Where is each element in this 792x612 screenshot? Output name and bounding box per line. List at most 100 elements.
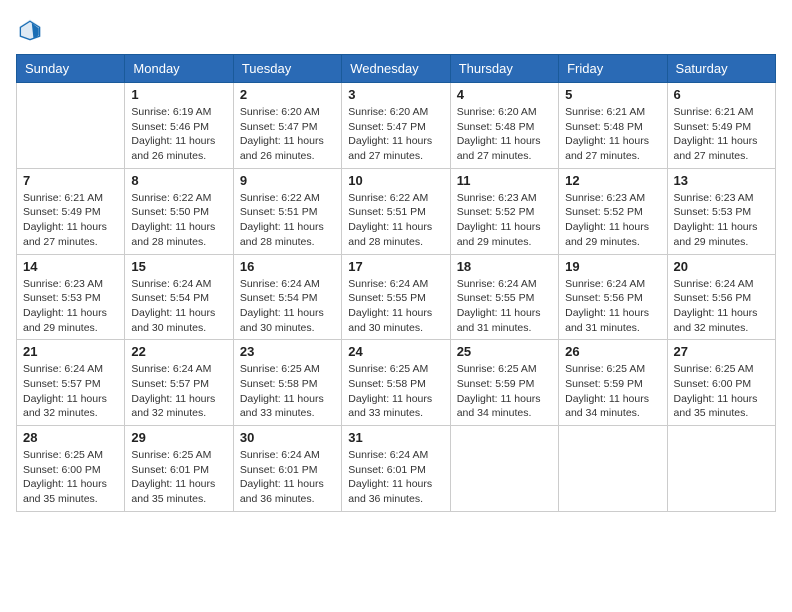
day-number: 21 (23, 344, 118, 359)
day-number: 20 (674, 259, 769, 274)
calendar-cell: 23 Sunrise: 6:25 AM Sunset: 5:58 PM Dayli… (233, 340, 341, 426)
day-info: Sunrise: 6:22 AM Sunset: 5:51 PM Dayligh… (240, 191, 335, 250)
day-info: Sunrise: 6:19 AM Sunset: 5:46 PM Dayligh… (131, 105, 226, 164)
day-number: 15 (131, 259, 226, 274)
day-info: Sunrise: 6:24 AM Sunset: 5:55 PM Dayligh… (457, 277, 552, 336)
calendar-cell (667, 426, 775, 512)
calendar-cell: 26 Sunrise: 6:25 AM Sunset: 5:59 PM Dayli… (559, 340, 667, 426)
calendar-cell: 14 Sunrise: 6:23 AM Sunset: 5:53 PM Dayli… (17, 254, 125, 340)
day-number: 5 (565, 87, 660, 102)
day-number: 18 (457, 259, 552, 274)
calendar-cell: 9 Sunrise: 6:22 AM Sunset: 5:51 PM Daylig… (233, 168, 341, 254)
calendar-week-3: 14 Sunrise: 6:23 AM Sunset: 5:53 PM Dayli… (17, 254, 776, 340)
logo (16, 16, 48, 44)
day-info: Sunrise: 6:24 AM Sunset: 5:56 PM Dayligh… (565, 277, 660, 336)
calendar-week-2: 7Sunrise: 6:21 AM Sunset: 5:49 PM Daylig… (17, 168, 776, 254)
day-header-friday: Friday (559, 55, 667, 83)
day-info: Sunrise: 6:23 AM Sunset: 5:53 PM Dayligh… (23, 277, 118, 336)
day-info: Sunrise: 6:25 AM Sunset: 6:00 PM Dayligh… (674, 362, 769, 421)
calendar-cell: 20 Sunrise: 6:24 AM Sunset: 5:56 PM Dayli… (667, 254, 775, 340)
day-info: Sunrise: 6:24 AM Sunset: 6:01 PM Dayligh… (240, 448, 335, 507)
day-info: Sunrise: 6:23 AM Sunset: 5:53 PM Dayligh… (674, 191, 769, 250)
day-info: Sunrise: 6:25 AM Sunset: 5:58 PM Dayligh… (348, 362, 443, 421)
day-number: 9 (240, 173, 335, 188)
day-info: Sunrise: 6:25 AM Sunset: 5:58 PM Dayligh… (240, 362, 335, 421)
day-info: Sunrise: 6:20 AM Sunset: 5:48 PM Dayligh… (457, 105, 552, 164)
day-header-sunday: Sunday (17, 55, 125, 83)
calendar-cell: 5 Sunrise: 6:21 AM Sunset: 5:48 PM Daylig… (559, 83, 667, 169)
logo-icon (16, 16, 44, 44)
calendar-cell: 19 Sunrise: 6:24 AM Sunset: 5:56 PM Dayli… (559, 254, 667, 340)
calendar-cell: 12 Sunrise: 6:23 AM Sunset: 5:52 PM Dayli… (559, 168, 667, 254)
day-info: Sunrise: 6:24 AM Sunset: 5:56 PM Dayligh… (674, 277, 769, 336)
calendar-cell: 17 Sunrise: 6:24 AM Sunset: 5:55 PM Dayli… (342, 254, 450, 340)
day-info: Sunrise: 6:24 AM Sunset: 5:57 PM Dayligh… (23, 362, 118, 421)
day-info: Sunrise: 6:25 AM Sunset: 5:59 PM Dayligh… (565, 362, 660, 421)
calendar-cell: 11 Sunrise: 6:23 AM Sunset: 5:52 PM Dayli… (450, 168, 558, 254)
calendar-cell: 2 Sunrise: 6:20 AM Sunset: 5:47 PM Daylig… (233, 83, 341, 169)
calendar-cell (559, 426, 667, 512)
calendar-cell: 16 Sunrise: 6:24 AM Sunset: 5:54 PM Dayli… (233, 254, 341, 340)
day-number: 28 (23, 430, 118, 445)
day-info: Sunrise: 6:23 AM Sunset: 5:52 PM Dayligh… (565, 191, 660, 250)
day-number: 25 (457, 344, 552, 359)
day-number: 8 (131, 173, 226, 188)
day-info: Sunrise: 6:24 AM Sunset: 5:54 PM Dayligh… (240, 277, 335, 336)
day-number: 2 (240, 87, 335, 102)
calendar-cell: 13 Sunrise: 6:23 AM Sunset: 5:53 PM Dayli… (667, 168, 775, 254)
day-number: 19 (565, 259, 660, 274)
day-number: 13 (674, 173, 769, 188)
day-info: Sunrise: 6:24 AM Sunset: 5:55 PM Dayligh… (348, 277, 443, 336)
day-info: Sunrise: 6:22 AM Sunset: 5:50 PM Dayligh… (131, 191, 226, 250)
day-info: Sunrise: 6:25 AM Sunset: 6:01 PM Dayligh… (131, 448, 226, 507)
day-number: 23 (240, 344, 335, 359)
day-info: Sunrise: 6:21 AM Sunset: 5:48 PM Dayligh… (565, 105, 660, 164)
calendar-cell: 18 Sunrise: 6:24 AM Sunset: 5:55 PM Dayli… (450, 254, 558, 340)
calendar-cell: 7Sunrise: 6:21 AM Sunset: 5:49 PM Daylig… (17, 168, 125, 254)
calendar-cell: 27 Sunrise: 6:25 AM Sunset: 6:00 PM Dayli… (667, 340, 775, 426)
day-number: 16 (240, 259, 335, 274)
day-number: 12 (565, 173, 660, 188)
day-number: 31 (348, 430, 443, 445)
day-info: Sunrise: 6:24 AM Sunset: 5:54 PM Dayligh… (131, 277, 226, 336)
day-number: 17 (348, 259, 443, 274)
calendar-cell: 8 Sunrise: 6:22 AM Sunset: 5:50 PM Daylig… (125, 168, 233, 254)
calendar-cell: 30 Sunrise: 6:24 AM Sunset: 6:01 PM Dayli… (233, 426, 341, 512)
day-number: 29 (131, 430, 226, 445)
day-number: 26 (565, 344, 660, 359)
calendar-cell: 24 Sunrise: 6:25 AM Sunset: 5:58 PM Dayli… (342, 340, 450, 426)
day-number: 6 (674, 87, 769, 102)
calendar-cell: 6 Sunrise: 6:21 AM Sunset: 5:49 PM Daylig… (667, 83, 775, 169)
calendar-table: SundayMondayTuesdayWednesdayThursdayFrid… (16, 54, 776, 512)
day-number: 27 (674, 344, 769, 359)
day-number: 10 (348, 173, 443, 188)
calendar-cell: 15 Sunrise: 6:24 AM Sunset: 5:54 PM Dayli… (125, 254, 233, 340)
day-info: Sunrise: 6:25 AM Sunset: 5:59 PM Dayligh… (457, 362, 552, 421)
calendar-cell: 29 Sunrise: 6:25 AM Sunset: 6:01 PM Dayli… (125, 426, 233, 512)
day-number: 7 (23, 173, 118, 188)
calendar-cell: 1 Sunrise: 6:19 AM Sunset: 5:46 PM Daylig… (125, 83, 233, 169)
day-number: 4 (457, 87, 552, 102)
day-number: 30 (240, 430, 335, 445)
day-info: Sunrise: 6:23 AM Sunset: 5:52 PM Dayligh… (457, 191, 552, 250)
calendar-cell: 22Sunrise: 6:24 AM Sunset: 5:57 PM Dayli… (125, 340, 233, 426)
calendar-cell: 4 Sunrise: 6:20 AM Sunset: 5:48 PM Daylig… (450, 83, 558, 169)
calendar-header-row: SundayMondayTuesdayWednesdayThursdayFrid… (17, 55, 776, 83)
day-info: Sunrise: 6:21 AM Sunset: 5:49 PM Dayligh… (674, 105, 769, 164)
calendar-cell: 25 Sunrise: 6:25 AM Sunset: 5:59 PM Dayli… (450, 340, 558, 426)
day-number: 14 (23, 259, 118, 274)
day-number: 24 (348, 344, 443, 359)
calendar-cell: 31Sunrise: 6:24 AM Sunset: 6:01 PM Dayli… (342, 426, 450, 512)
day-number: 11 (457, 173, 552, 188)
calendar-cell (450, 426, 558, 512)
day-number: 1 (131, 87, 226, 102)
day-header-thursday: Thursday (450, 55, 558, 83)
day-header-saturday: Saturday (667, 55, 775, 83)
day-number: 22 (131, 344, 226, 359)
day-info: Sunrise: 6:20 AM Sunset: 5:47 PM Dayligh… (240, 105, 335, 164)
calendar-cell (17, 83, 125, 169)
day-info: Sunrise: 6:20 AM Sunset: 5:47 PM Dayligh… (348, 105, 443, 164)
calendar-cell: 28Sunrise: 6:25 AM Sunset: 6:00 PM Dayli… (17, 426, 125, 512)
calendar-cell: 10Sunrise: 6:22 AM Sunset: 5:51 PM Dayli… (342, 168, 450, 254)
day-number: 3 (348, 87, 443, 102)
